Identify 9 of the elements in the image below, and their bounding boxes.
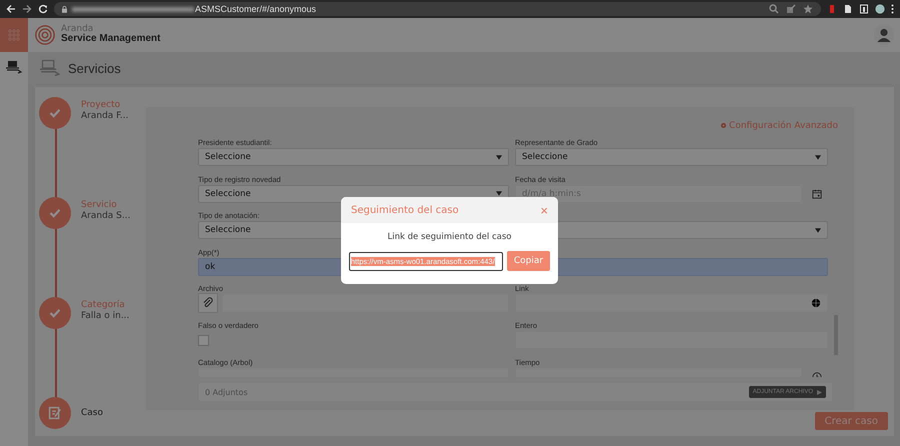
step-subtitle: Aranda F... [81, 110, 128, 122]
product-name: Service Management [61, 34, 160, 45]
page-title: Servicios [68, 60, 121, 76]
dialog-message: Link de seguimiento del caso [388, 232, 512, 242]
dialog-title: Seguimiento del caso [351, 204, 459, 216]
attachments-count: 0 Adjuntos [205, 388, 248, 396]
url-text: ASMSCustomer/#/anonymous [195, 4, 316, 14]
step-subtitle: Falla o in... [81, 310, 130, 322]
step-subtitle: Aranda S... [81, 210, 130, 222]
